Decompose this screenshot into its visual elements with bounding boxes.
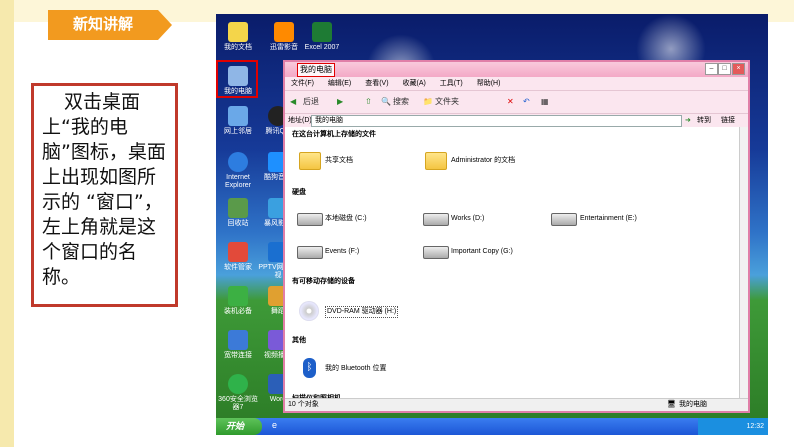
delete-icon[interactable]: ✕ [507,95,514,109]
ie-quicklaunch-icon[interactable]: e [272,420,277,430]
window-title: 我的电脑 [297,63,335,77]
desktop-icon-recycle[interactable]: 回收站 [216,198,260,228]
menu-view[interactable]: 查看(V) [365,80,388,87]
system-tray: 12:32 [698,418,768,435]
status-bar: 10 个对象 🖥 我的电脑 [285,398,748,411]
admin-docs[interactable]: Administrator 的文档 [451,156,515,166]
drive-h[interactable]: DVD-RAM 驱动器 (H:) [325,306,399,318]
minimize-button[interactable]: – [705,63,718,75]
package-icon [228,286,248,306]
go-arrow-icon[interactable]: ➜ [685,114,691,127]
back-button[interactable]: 后退 [303,95,319,109]
status-count: 10 个对象 [288,401,319,408]
drive-e[interactable]: Entertainment (E:) [580,214,637,224]
address-field[interactable]: 我的电脑 [311,115,682,127]
menu-bar: 文件(F) 编辑(E) 查看(V) 收藏(A) 工具(T) 帮助(H) [285,77,748,90]
dvd-drive-icon[interactable] [299,301,319,321]
views-icon[interactable]: ▦ [541,95,549,109]
ie-icon [228,152,248,172]
folders-button[interactable]: 文件夹 [435,95,459,109]
hard-drive-icon[interactable] [551,213,577,226]
address-bar: 地址(D) 我的电脑 ➜ 转到 链接 [285,113,748,127]
desktop-icon-360[interactable]: 360安全浏览器7 [216,374,260,412]
hard-drive-icon[interactable] [297,246,323,259]
toolbar: ◀ 后退 ▶ ⇧ 🔍 搜索 📁 文件夹 ✕ ↶ ▦ [285,90,748,113]
bluetooth-icon[interactable]: ᛒ [303,358,316,378]
undo-icon[interactable]: ↶ [523,95,530,109]
left-strip [0,0,14,447]
search-button[interactable]: 搜索 [393,95,409,109]
search-icon: 🔍 [381,97,391,106]
hard-drive-icon[interactable] [423,246,449,259]
desktop-icon-ie[interactable]: Internet Explorer [216,152,260,190]
my-computer-highlight [216,60,258,98]
window-titlebar[interactable]: 我的电脑 – □ × [285,62,748,77]
desktop-icon-excel[interactable]: Excel 2007 [300,22,344,52]
up-folder-icon[interactable]: ⇧ [365,95,372,109]
my-computer-window[interactable]: 我的电脑 – □ × 文件(F) 编辑(E) 查看(V) 收藏(A) 工具(T)… [283,60,750,413]
back-arrow-icon[interactable]: ◀ [290,95,296,109]
menu-help[interactable]: 帮助(H) [477,80,501,87]
hard-drive-icon[interactable] [297,213,323,226]
computer-icon: 🖥 [667,401,676,408]
browser-icon [228,374,248,394]
go-button[interactable]: 转到 [697,114,711,127]
links-button[interactable]: 链接 [721,114,735,127]
drive-g[interactable]: Important Copy (G:) [451,247,513,257]
section-removable: 有可移动存储的设备 [292,278,355,285]
menu-favorites[interactable]: 收藏(A) [403,80,426,87]
section-other: 其他 [292,337,306,344]
maximize-button[interactable]: □ [718,63,731,75]
folder-icon: 📁 [423,97,433,106]
close-button[interactable]: × [732,63,745,75]
shared-docs[interactable]: 共享文档 [325,156,353,166]
taskbar: 开始 e 12:32 [216,418,768,435]
start-button[interactable]: 开始 [216,418,262,435]
drive-d[interactable]: Works (D:) [451,214,484,224]
desktop-icon-network[interactable]: 网上邻居 [216,106,260,136]
hard-drive-icon[interactable] [423,213,449,226]
section-drives: 硬盘 [292,189,306,196]
menu-tools[interactable]: 工具(T) [440,80,463,87]
recycle-bin-icon [228,198,248,218]
desktop-icon-software[interactable]: 软件管家 [216,242,260,272]
forward-arrow-icon[interactable]: ▶ [337,95,343,109]
folder-icon[interactable] [299,152,321,170]
address-label: 地址(D) [288,117,312,124]
app-store-icon [228,242,248,262]
drive-f[interactable]: Events (F:) [325,247,359,257]
status-location: 我的电脑 [679,401,707,408]
player-icon [274,22,294,42]
desktop-icon-essentials[interactable]: 装机必备 [216,286,260,316]
instruction-callout: 双击桌面上“我的电脑”图标，桌面上出现如图所示的 “窗口”，左上角就是这个窗口的… [31,83,178,307]
menu-edit[interactable]: 编辑(E) [328,80,351,87]
folder-icon[interactable] [425,152,447,170]
section-shared: 在这台计算机上存储的文件 [292,131,376,138]
clock: 12:32 [746,423,764,430]
desktop-icon-my-docs[interactable]: 我的文档 [216,22,260,52]
excel-icon [312,22,332,42]
file-view: 在这台计算机上存储的文件 共享文档 Administrator 的文档 硬盘 本… [285,127,742,402]
desktop-icon-broadband[interactable]: 宽带连接 [216,330,260,360]
network-icon [228,106,248,126]
connection-icon [228,330,248,350]
drive-c[interactable]: 本地磁盘 (C:) [325,214,367,224]
bluetooth-places[interactable]: 我的 Bluetooth 位置 [325,364,386,374]
section-tag: 新知讲解 [48,10,172,40]
menu-file[interactable]: 文件(F) [291,80,314,87]
folder-icon [228,22,248,42]
vertical-scrollbar[interactable] [739,127,748,402]
